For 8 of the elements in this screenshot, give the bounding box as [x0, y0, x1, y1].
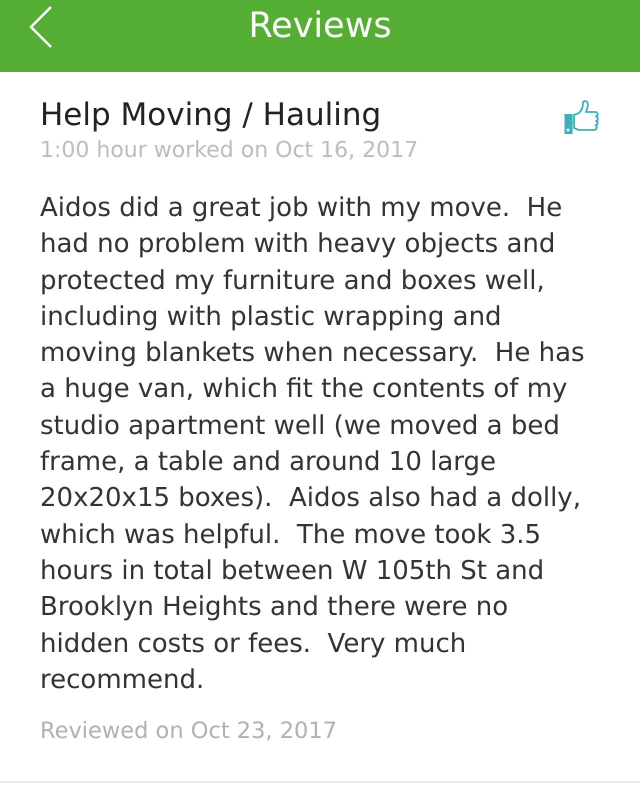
page-title: Reviews [247, 6, 393, 46]
back-chevron-icon [29, 6, 53, 48]
hours-worked-text: 1:00 hour worked on Oct 16, 2017 [40, 138, 418, 164]
task-title: Help Moving / Hauling [40, 96, 382, 134]
review-text: Aidos did a great job with my move. He had no problem with heavy objects and protected my furniture and boxes well, including with plastic wrapping and moving blankets when necessary. He has a huge van, which fit the contents of my studio apartment well (we moved a bed frame, a table and around 10 large 20x20x15 boxes). Aidos also had a dolly, which was helpful. The move took 3.5 hours in total between W 105th St and Brooklyn Heights and there were no hidden costs or fees. Very much recommend. [40, 192, 586, 697]
back-button[interactable] [28, 5, 54, 49]
thumbs-up-icon [564, 100, 600, 136]
review-date: Reviewed on Oct 23, 2017 [40, 718, 338, 744]
